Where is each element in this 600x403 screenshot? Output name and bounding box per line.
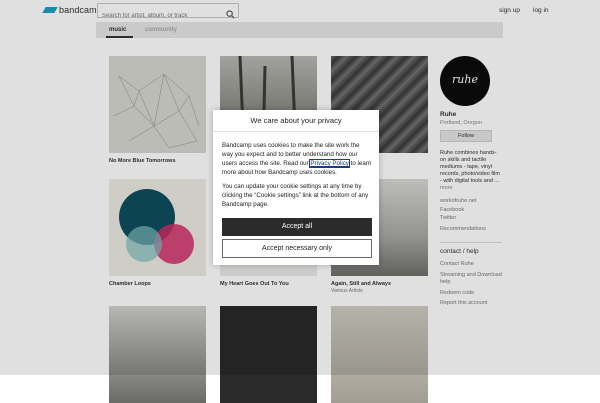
accept-all-button[interactable]: Accept all bbox=[222, 218, 372, 236]
dialog-title: We care about your privacy bbox=[213, 110, 379, 132]
cookie-paragraph-2: You can update your cookie settings at a… bbox=[222, 183, 369, 208]
dialog-body: Bandcamp uses cookies to make the site w… bbox=[222, 141, 372, 214]
privacy-policy-link[interactable]: Privacy Policy bbox=[309, 159, 350, 168]
accept-necessary-button[interactable]: Accept necessary only bbox=[222, 239, 372, 258]
cookie-consent-dialog: We care about your privacy Bandcamp uses… bbox=[213, 110, 379, 265]
cookie-paragraph-1: Bandcamp uses cookies to make the site w… bbox=[222, 142, 372, 176]
